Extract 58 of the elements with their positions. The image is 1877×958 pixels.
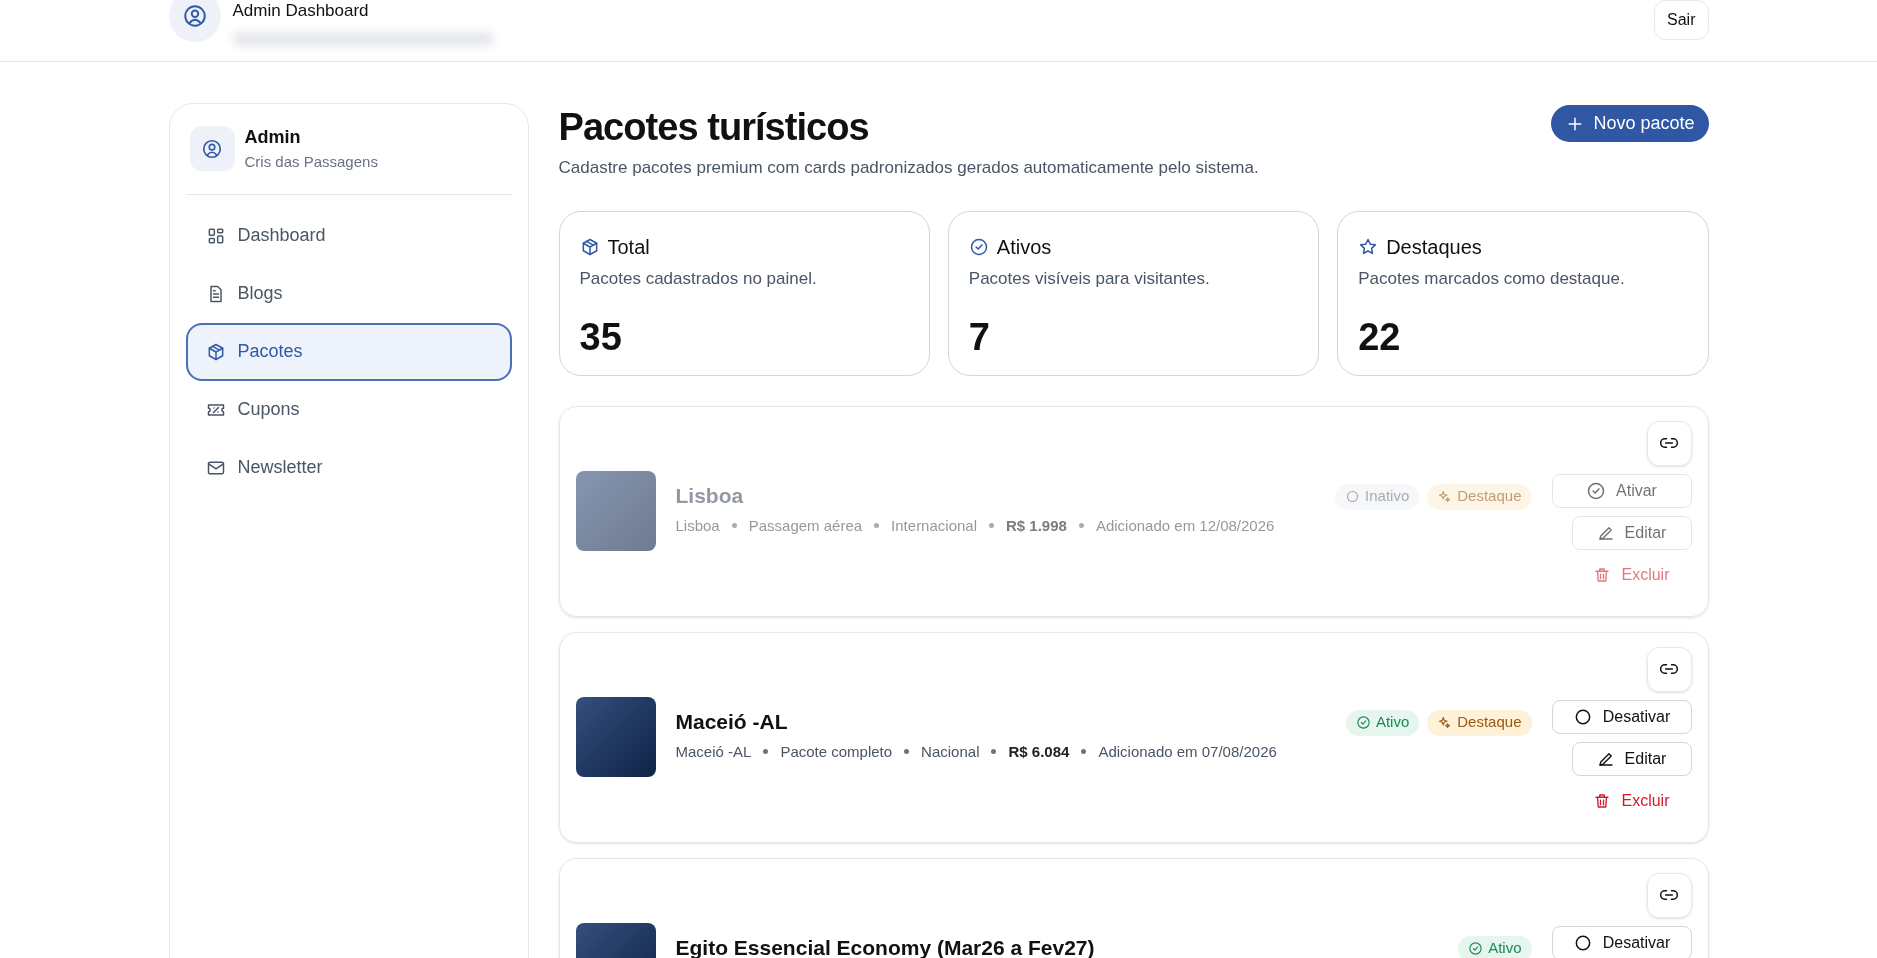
meta-text: Lisboa xyxy=(675,515,720,536)
link-button[interactable] xyxy=(1646,646,1692,692)
status-badge: Inativo xyxy=(1335,483,1420,510)
header-title: Admin Dashboard xyxy=(232,0,370,22)
meta-text: Maceió -AL xyxy=(675,741,752,762)
status-badge: Ativo xyxy=(1458,935,1532,958)
circle-icon xyxy=(1345,489,1361,504)
added-date: Adicionado em 07/08/2026 xyxy=(1098,741,1277,762)
link-button[interactable] xyxy=(1646,872,1692,918)
page-title: Pacotes turísticos xyxy=(558,105,870,150)
user-name: Admin xyxy=(244,126,302,149)
status-badge: Ativo xyxy=(1345,709,1420,736)
user-icon xyxy=(181,3,208,29)
edit-button[interactable]: Editar xyxy=(1571,741,1692,776)
link-button[interactable] xyxy=(1646,420,1692,466)
package-title: Lisboa xyxy=(675,482,745,509)
check-circle-icon xyxy=(968,236,989,257)
trash-icon xyxy=(1593,565,1612,584)
featured-badge: Destaque xyxy=(1427,483,1532,510)
check-circle-icon xyxy=(1355,715,1371,730)
delete-button[interactable]: Excluir xyxy=(1571,783,1692,818)
sidebar-item[interactable]: Dashboard xyxy=(185,206,512,265)
edit-button[interactable]: Editar xyxy=(1571,515,1692,550)
check-circle-icon xyxy=(1468,941,1484,956)
sidebar-item[interactable]: Cupons xyxy=(185,380,512,439)
meta-text: Passagem aérea xyxy=(748,515,863,536)
toggle-button[interactable]: Ativar xyxy=(1551,473,1692,508)
stat-title: Destaques xyxy=(1386,234,1482,260)
sparkles-icon xyxy=(1437,715,1453,730)
meta-text: Nacional xyxy=(921,741,980,762)
added-date: Adicionado em 12/08/2026 xyxy=(1095,515,1275,536)
featured-badge: Destaque xyxy=(1427,709,1532,736)
stat-title: Ativos xyxy=(996,234,1052,260)
check-circle-icon xyxy=(1586,480,1607,501)
new-package-button[interactable]: Novo pacote xyxy=(1551,105,1709,142)
meta-text: Internacional xyxy=(891,515,977,536)
sidebar-item[interactable]: Newsletter xyxy=(185,438,512,497)
meta-text: Pacote completo xyxy=(780,741,893,762)
page-subtitle: Cadastre pacotes premium com cards padronizados gerados automaticamente pelo sistema. xyxy=(558,157,1259,179)
price: R$ 1.998 xyxy=(1006,515,1067,536)
stat-value: 22 xyxy=(1358,315,1402,360)
trash-icon xyxy=(1593,791,1612,810)
stat-description: Pacotes cadastrados no painel. xyxy=(579,267,818,290)
user-subtitle: Cris das Passagens xyxy=(244,152,378,172)
logout-button[interactable]: Sair xyxy=(1654,0,1709,40)
toggle-button[interactable]: Desativar xyxy=(1551,699,1692,734)
package-title: Maceió -AL xyxy=(675,708,789,735)
stat-value: 35 xyxy=(579,315,623,360)
stat-title: Total xyxy=(607,234,650,260)
stat-description: Pacotes marcados como destaque. xyxy=(1358,267,1626,290)
star-icon xyxy=(1358,236,1379,257)
sidebar-item[interactable]: Blogs xyxy=(185,264,512,323)
stat-description: Pacotes visíveis para visitantes. xyxy=(968,267,1211,290)
user-icon xyxy=(201,137,223,160)
sparkles-icon xyxy=(1437,489,1453,504)
stat-value: 7 xyxy=(968,315,991,360)
sidebar-item[interactable]: Pacotes xyxy=(185,322,512,381)
price: R$ 6.084 xyxy=(1008,741,1070,762)
